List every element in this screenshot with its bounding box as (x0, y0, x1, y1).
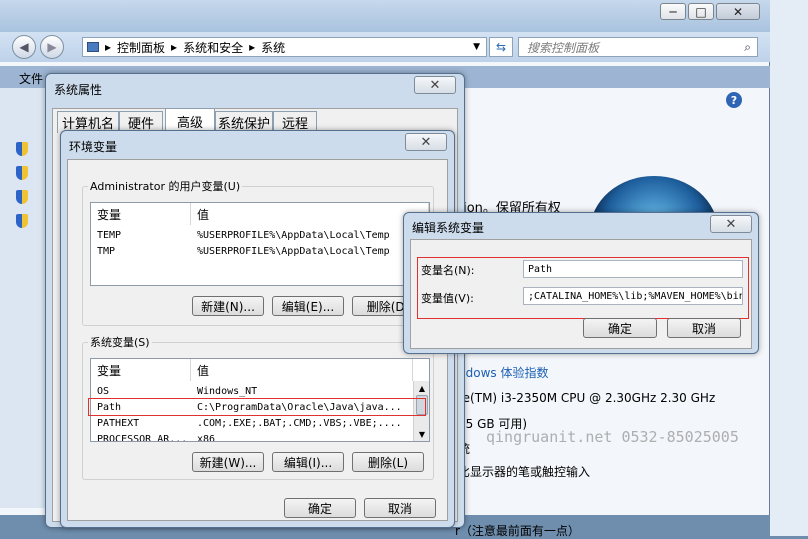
table-row[interactable]: TEMP %USERPROFILE%\AppData\Local\Temp (91, 227, 429, 243)
watermark: qingruanit.net 0532-85025005 (486, 428, 739, 446)
breadcrumb-item-system[interactable]: 系统 (261, 39, 285, 56)
user-var-value: %USERPROFILE%\AppData\Local\Temp (197, 229, 390, 241)
col-header-var[interactable]: 变量 (91, 203, 191, 225)
table-row[interactable]: PROCESSOR_AR... x86 (91, 431, 413, 442)
environment-variables-dialog: 环境变量 ✕ Administrator 的用户变量(U) 变量 值 TEMP … (60, 130, 455, 528)
sys-var-name: PATHEXT (97, 417, 140, 429)
envvars-body: Administrator 的用户变量(U) 变量 值 TEMP %USERPR… (67, 159, 448, 521)
cpu-info: re(TM) i3-2350M CPU @ 2.30GHz 2.30 GHz (458, 391, 716, 405)
edit-close-button[interactable]: ✕ (710, 215, 752, 233)
sys-var-value: x86 (197, 433, 216, 442)
breadcrumb-sep-icon: ▸ (105, 40, 112, 54)
sys-new-button[interactable]: 新建(W)... (192, 452, 264, 472)
breadcrumb-sep-icon: ▸ (171, 40, 178, 54)
user-vars-list[interactable]: 变量 值 TEMP %USERPROFILE%\AppData\Local\Te… (90, 202, 430, 286)
col-header-val[interactable]: 值 (191, 203, 429, 225)
right-strip (770, 0, 808, 536)
envvars-close-button[interactable]: ✕ (405, 133, 447, 151)
menu-file[interactable]: 文件 (19, 70, 43, 87)
chevron-down-icon[interactable]: ▼ (473, 42, 480, 52)
shield-icon (16, 214, 28, 228)
shield-icon (16, 166, 28, 180)
envvars-cancel-button[interactable]: 取消 (364, 498, 436, 518)
back-button[interactable]: ◀ (12, 35, 36, 59)
table-row[interactable]: PATHEXT .COM;.EXE;.BAT;.CMD;.VBS;.VBE;..… (91, 415, 413, 431)
edit-ok-button[interactable]: 确定 (583, 318, 657, 338)
left-nav (0, 88, 46, 508)
cp-navbar: ◀ ▶ ▸ 控制面板 ▸ 系统和安全 ▸ 系统 ▼ ⇆ 搜索控制面板 ⌕ (0, 32, 770, 62)
sys-delete-button[interactable]: 删除(L) (352, 452, 424, 472)
edit-body: 变量名(N): Path 变量值(V): ;CATALINA_HOME%\lib… (410, 239, 752, 349)
forward-button[interactable]: ▶ (40, 35, 64, 59)
refresh-icon: ⇆ (495, 40, 507, 54)
refresh-button[interactable]: ⇆ (489, 37, 513, 57)
edit-highlight-box (417, 257, 749, 319)
edit-cancel-button[interactable]: 取消 (667, 318, 741, 338)
user-vars-label: Administrator 的用户变量(U) (88, 178, 243, 194)
close-button[interactable]: ✕ (716, 3, 760, 20)
user-edit-button[interactable]: 编辑(E)... (272, 296, 344, 316)
cp-titlebar (0, 0, 770, 32)
maximize-button[interactable]: □ (688, 3, 714, 20)
search-input[interactable]: 搜索控制面板 (527, 39, 599, 56)
minimize-button[interactable]: ─ (660, 3, 686, 20)
col-header-var[interactable]: 变量 (91, 359, 191, 381)
user-new-button[interactable]: 新建(N)... (192, 296, 264, 316)
help-icon[interactable]: ? (726, 92, 742, 108)
search-icon[interactable]: ⌕ (744, 40, 751, 55)
sys-var-value: Windows_NT (197, 385, 258, 397)
sys-var-name: OS (97, 385, 110, 397)
sys-var-value: .COM;.EXE;.BAT;.CMD;.VBS;.VBE;.... (197, 417, 402, 429)
breadcrumb-sep-icon: ▸ (249, 40, 256, 54)
sys-var-name: PROCESSOR_AR... (97, 433, 188, 442)
rating-link[interactable]: ndows 体验指数 (458, 364, 548, 381)
address-bar[interactable]: ▸ 控制面板 ▸ 系统和安全 ▸ 系统 ▼ (82, 37, 487, 57)
sysprops-close-button[interactable]: ✕ (414, 76, 456, 94)
search-box[interactable]: 搜索控制面板 ⌕ (518, 37, 758, 57)
edit-system-variable-dialog: 编辑系统变量 ✕ 变量名(N): Path 变量值(V): ;CATALINA_… (403, 212, 759, 354)
sys-vars-label: 系统变量(S) (88, 334, 152, 350)
breadcrumb-item-security[interactable]: 系统和安全 (183, 39, 243, 56)
forward-arrow-icon: ▶ (47, 40, 57, 54)
user-var-name: TMP (97, 245, 116, 257)
scroll-down-icon[interactable]: ▼ (414, 427, 429, 441)
edit-title: 编辑系统变量 (412, 221, 485, 235)
path-highlight-box (88, 398, 426, 416)
breadcrumb-item-control-panel[interactable]: 控制面板 (117, 39, 165, 56)
envvars-title: 环境变量 (69, 140, 118, 154)
shield-icon (16, 142, 28, 156)
cp-window-controls: ─ □ ✕ (660, 3, 760, 20)
user-var-name: TEMP (97, 229, 122, 241)
col-header-val[interactable]: 值 (191, 359, 413, 381)
envvars-ok-button[interactable]: 确定 (284, 498, 356, 518)
table-row[interactable]: TMP %USERPROFILE%\AppData\Local\Temp (91, 243, 429, 259)
scroll-up-icon[interactable]: ▲ (414, 381, 429, 395)
user-var-value: %USERPROFILE%\AppData\Local\Temp (197, 245, 390, 257)
sysprops-title: 系统属性 (54, 83, 103, 97)
shield-icon (16, 190, 28, 204)
control-panel-icon (87, 42, 99, 52)
sys-edit-button[interactable]: 编辑(I)... (272, 452, 344, 472)
pen-info: 比显示器的笔或触控输入 (458, 465, 591, 479)
back-arrow-icon: ◀ (19, 40, 29, 54)
bottom-note: r（注意最前面有一点） (455, 524, 580, 538)
table-row[interactable]: OS Windows_NT (91, 383, 413, 399)
